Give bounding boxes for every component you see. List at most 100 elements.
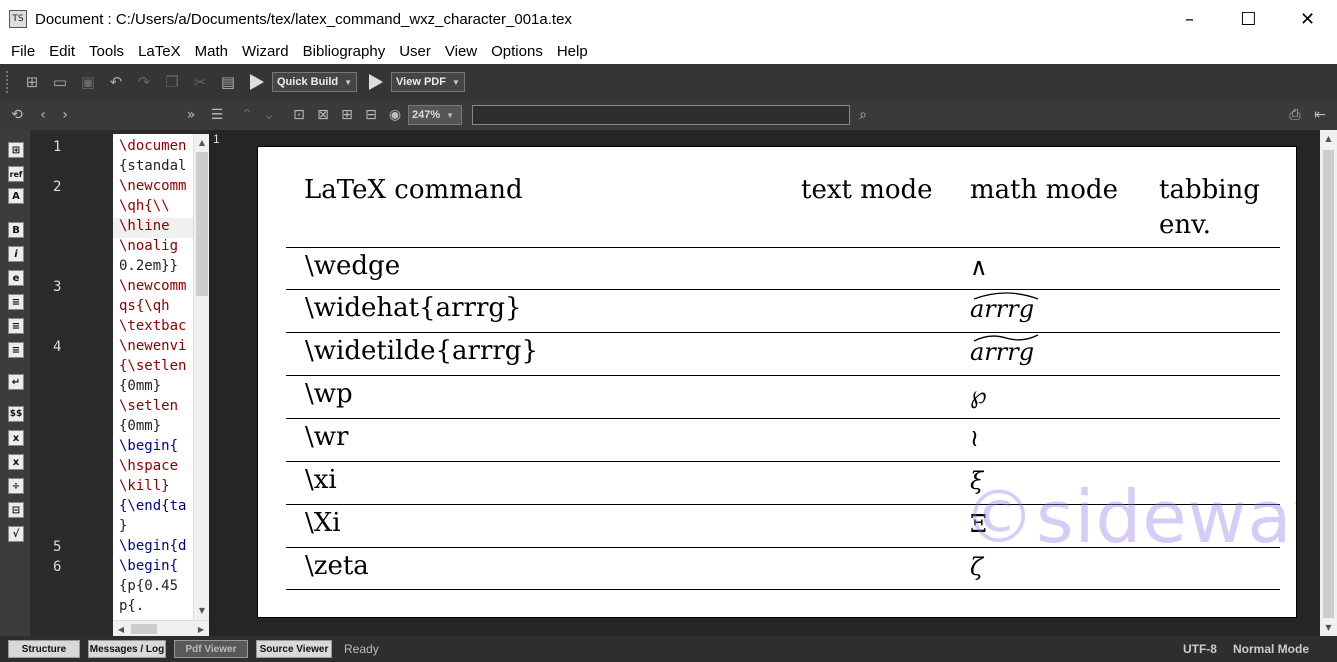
source-editor[interactable]: \documen {standal \newcomm \qh{\\ \hline \noa… <box>113 134 193 620</box>
tab-structure[interactable]: Structure <box>8 640 80 658</box>
scroll-down-icon[interactable]: ▼ <box>1320 619 1337 636</box>
superscript-icon[interactable]: x <box>8 454 24 470</box>
tab-pdf-viewer[interactable]: Pdf Viewer <box>174 640 248 658</box>
math-mode-icon[interactable]: $$ <box>8 406 24 422</box>
chevron-down-icon: ▼ <box>344 77 353 87</box>
fraction-icon[interactable]: ÷ <box>8 478 24 494</box>
header-rule <box>286 247 1280 248</box>
pdf-page: LaTeX command text mode math mode tabbin… <box>257 146 1297 618</box>
compile-run-icon[interactable] <box>250 74 264 90</box>
scroll-up-icon[interactable]: ▲ <box>1320 130 1337 147</box>
open-folder-icon[interactable]: ▭ <box>49 71 71 93</box>
menu-latex[interactable]: LaTeX <box>131 43 188 60</box>
scroll-thumb[interactable] <box>131 624 157 634</box>
menu-edit[interactable]: Edit <box>42 43 82 60</box>
title-bar: TS Document : C:/Users/a/Documents/tex/l… <box>0 0 1337 38</box>
header-command-word: command <box>386 175 523 205</box>
prev-page-icon[interactable]: ⌃ <box>236 104 258 126</box>
save-icon[interactable]: ▣ <box>77 71 99 93</box>
search-icon[interactable]: ⌕ <box>852 104 874 126</box>
zoom-out-icon[interactable]: ⊟ <box>360 104 382 126</box>
paste-icon[interactable]: ▤ <box>217 71 239 93</box>
line-number: 5 <box>53 539 62 555</box>
toc-icon[interactable]: ☰ <box>206 104 228 126</box>
next-page-icon[interactable]: ⌄ <box>258 104 280 126</box>
forward-icon[interactable]: › <box>54 104 76 126</box>
menu-help[interactable]: Help <box>550 43 595 60</box>
view-run-icon[interactable] <box>369 74 384 90</box>
copy-icon[interactable]: ❐ <box>161 71 183 93</box>
sync-icon[interactable]: ⟲ <box>6 104 28 126</box>
more-chevron-icon[interactable]: » <box>180 104 202 126</box>
row-math-symbol: ℘ <box>970 381 987 409</box>
zoom-in-icon[interactable]: ⊞ <box>336 104 358 126</box>
row-rule <box>286 375 1280 376</box>
menu-user[interactable]: User <box>392 43 438 60</box>
editor-horizontal-scrollbar[interactable]: ◀ ▶ <box>113 620 209 636</box>
redo-icon[interactable]: ↷ <box>133 71 155 93</box>
menu-options[interactable]: Options <box>484 43 550 60</box>
dfrac-icon[interactable]: ⊟ <box>8 502 24 518</box>
encoding-indicator[interactable]: UTF-8 <box>1183 642 1217 656</box>
align-left-icon[interactable]: ≡ <box>8 294 24 310</box>
eye-icon[interactable]: ◉ <box>384 104 406 126</box>
menu-file[interactable]: File <box>4 43 42 60</box>
zoom-select[interactable]: 247% ▼ <box>408 105 462 125</box>
pdf-viewer[interactable]: 1 LaTeX command text mode math mode tabb… <box>209 130 1337 636</box>
pdf-search-input[interactable] <box>472 105 850 125</box>
fit-width-icon[interactable]: ⊡ <box>288 104 310 126</box>
scroll-thumb[interactable] <box>1323 150 1334 618</box>
subscript-icon[interactable]: x <box>8 430 24 446</box>
menu-math[interactable]: Math <box>188 43 235 60</box>
ref-icon[interactable]: ref <box>8 166 24 182</box>
header-tabbing: tabbing <box>1159 175 1260 205</box>
row-math-symbol: arrrg <box>970 292 1039 323</box>
fit-page-icon[interactable]: ⊠ <box>312 104 334 126</box>
emphasis-icon[interactable]: e <box>8 270 24 286</box>
back-icon[interactable]: ‹ <box>32 104 54 126</box>
new-file-icon[interactable]: ⊞ <box>21 71 43 93</box>
menu-wizard[interactable]: Wizard <box>235 43 296 60</box>
latex-logo: LaTeX <box>304 175 386 205</box>
code-line: p{. <box>119 598 145 614</box>
sqrt-icon[interactable]: √ <box>8 526 24 542</box>
scroll-down-icon[interactable]: ▼ <box>194 602 210 618</box>
scroll-thumb[interactable] <box>196 152 208 296</box>
bold-icon[interactable]: B <box>8 222 24 238</box>
tab-source-viewer[interactable]: Source Viewer <box>256 640 332 658</box>
scroll-up-icon[interactable]: ▲ <box>194 134 210 150</box>
toolbar-grip[interactable] <box>6 71 10 93</box>
minimize-button[interactable]: – <box>1160 0 1219 38</box>
view-pdf-label: View PDF <box>396 76 446 88</box>
align-center-icon[interactable]: ≡ <box>8 318 24 334</box>
align-right-icon[interactable]: ≡ <box>8 342 24 358</box>
undo-icon[interactable]: ↶ <box>105 71 127 93</box>
line-number: 6 <box>53 559 62 575</box>
cut-icon[interactable]: ✂ <box>189 71 211 93</box>
scroll-left-icon[interactable]: ◀ <box>113 621 129 637</box>
tab-messages-log[interactable]: Messages / Log <box>88 640 166 658</box>
insert-structure-icon[interactable]: ⊞ <box>8 142 24 158</box>
print-icon[interactable]: ⎙ <box>1284 104 1306 126</box>
editor-mode-indicator[interactable]: Normal Mode <box>1233 642 1309 656</box>
close-button[interactable]: ✕ <box>1278 0 1337 38</box>
menu-view[interactable]: View <box>438 43 484 60</box>
pdf-vertical-scrollbar[interactable]: ▲ ▼ <box>1320 130 1337 636</box>
menu-tools[interactable]: Tools <box>82 43 131 60</box>
left-icon-sidebar: ⊞ ref A B i e ≡ ≡ ≡ ↵ $$ x x ÷ ⊟ √ <box>0 130 30 636</box>
code-line: \begin{ <box>119 558 179 574</box>
italic-icon[interactable]: i <box>8 246 24 262</box>
menu-bibliography[interactable]: Bibliography <box>296 43 393 60</box>
newline-icon[interactable]: ↵ <box>8 374 24 390</box>
code-line: \textbac <box>119 318 187 334</box>
embed-toggle-icon[interactable]: ⇤ <box>1309 104 1331 126</box>
view-pdf-dropdown[interactable]: View PDF ▼ <box>391 72 465 92</box>
hat-accent-icon <box>973 292 1039 300</box>
line-number: 4 <box>53 339 62 355</box>
maximize-button[interactable]: ☐ <box>1219 0 1278 38</box>
font-size-icon[interactable]: A <box>8 188 24 204</box>
quick-build-dropdown[interactable]: Quick Build ▼ <box>272 72 358 92</box>
texstudio-icon: TS <box>9 10 27 28</box>
scroll-right-icon[interactable]: ▶ <box>193 621 209 637</box>
editor-vertical-scrollbar[interactable]: ▲ ▼ <box>193 134 209 620</box>
